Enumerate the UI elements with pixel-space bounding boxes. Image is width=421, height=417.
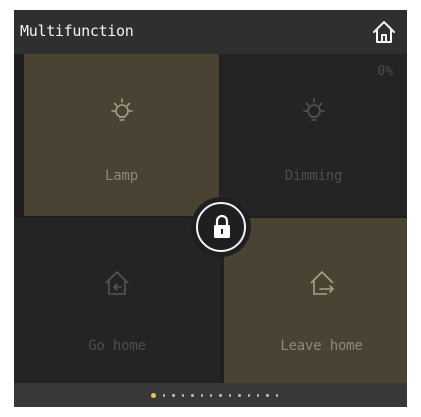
bulb-icon [107,96,137,126]
page-dot[interactable] [247,394,250,397]
page-dot[interactable] [200,394,203,397]
tile-label-dimming: Dimming [284,168,343,184]
page-dot[interactable] [151,393,156,398]
page-indicator[interactable] [151,393,279,398]
tile-leave-home[interactable]: Leave home [224,218,407,383]
lock-ring [196,202,246,252]
tile-label-go-home: Go home [88,338,146,354]
header-bar: Multifunction [14,10,407,54]
tile-label-leave-home: Leave home [280,338,363,354]
page-dot[interactable] [275,394,279,397]
lock-button[interactable] [191,197,251,257]
page-dot[interactable] [219,394,222,397]
tile-dimming[interactable]: 0% Dimming [220,54,407,216]
page-dot[interactable] [238,394,241,397]
house-arrow-out-icon [307,268,337,298]
multifunction-panel: Multifunction Lamp 0% Dimming Go home Le… [14,10,407,407]
page-dot[interactable] [228,394,232,397]
house-arrow-in-icon [102,268,132,298]
tile-go-home[interactable]: Go home [14,218,220,383]
lock-icon [211,214,233,240]
page-dot[interactable] [191,394,194,397]
pager-bar [14,383,407,407]
page-dot[interactable] [172,394,175,397]
home-icon[interactable] [371,19,397,45]
dimming-percent: 0% [377,64,393,79]
tile-label-lamp: Lamp [105,168,138,184]
page-title: Multifunction [20,22,134,40]
tile-lamp[interactable]: Lamp [24,54,219,216]
bulb-icon [299,96,329,126]
page-dot[interactable] [163,394,166,397]
page-dot[interactable] [209,394,213,397]
page-dot[interactable] [266,394,269,397]
page-dot[interactable] [256,394,260,397]
page-dot[interactable] [181,394,185,397]
